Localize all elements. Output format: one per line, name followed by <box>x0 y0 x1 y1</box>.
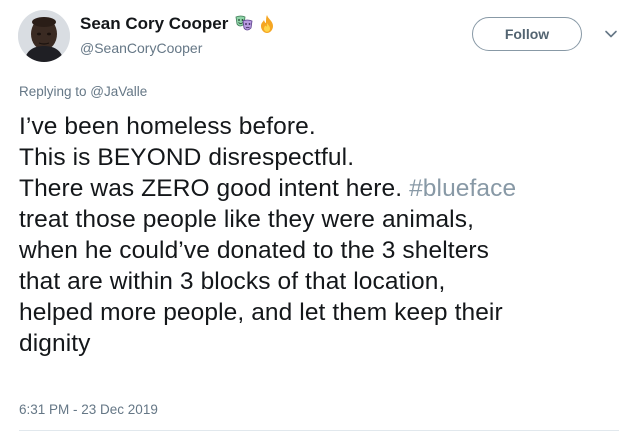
chevron-down-icon[interactable] <box>604 27 618 41</box>
tweet-line: helped more people, and let them keep th… <box>19 299 503 326</box>
tweet-card: Sean Cory Cooper @SeanCoryCooper Follow … <box>0 0 634 435</box>
theater-masks-icon <box>234 14 254 34</box>
fire-icon <box>257 14 277 34</box>
replying-to-label: Replying to <box>19 84 91 99</box>
divider <box>19 430 619 431</box>
follow-button[interactable]: Follow <box>472 17 582 51</box>
tweet-timestamp[interactable]: 6:31 PM - 23 Dec 2019 <box>19 402 158 417</box>
tweet-line: This is BEYOND disrespectful. <box>19 144 355 171</box>
display-name[interactable]: Sean Cory Cooper <box>80 14 228 34</box>
tweet-line: There was ZERO good intent here. #bluefa… <box>19 173 619 204</box>
avatar-image <box>18 10 70 62</box>
tweet-text: I’ve been homeless before. This is BEYON… <box>19 111 619 359</box>
tweet-line: that are within 3 blocks of that locatio… <box>19 268 446 295</box>
tweet-line: I’ve been homeless before. <box>19 113 316 140</box>
user-handle[interactable]: @SeanCoryCooper <box>80 40 277 56</box>
author-block: Sean Cory Cooper @SeanCoryCooper <box>80 13 277 56</box>
tweet-line: when he could’ve donated to the 3 shelte… <box>19 237 490 264</box>
avatar[interactable] <box>18 10 70 62</box>
tweet-line: dignity <box>19 330 91 357</box>
tweet-line: treat those people like they were animal… <box>19 206 474 233</box>
name-row: Sean Cory Cooper <box>80 13 277 35</box>
hashtag-link[interactable]: #blueface <box>409 175 516 202</box>
replying-to: Replying to @JaValle <box>19 84 147 99</box>
tweet-line-text: There was ZERO good intent here. <box>19 175 403 202</box>
reply-handle-link[interactable]: @JaValle <box>90 84 147 99</box>
